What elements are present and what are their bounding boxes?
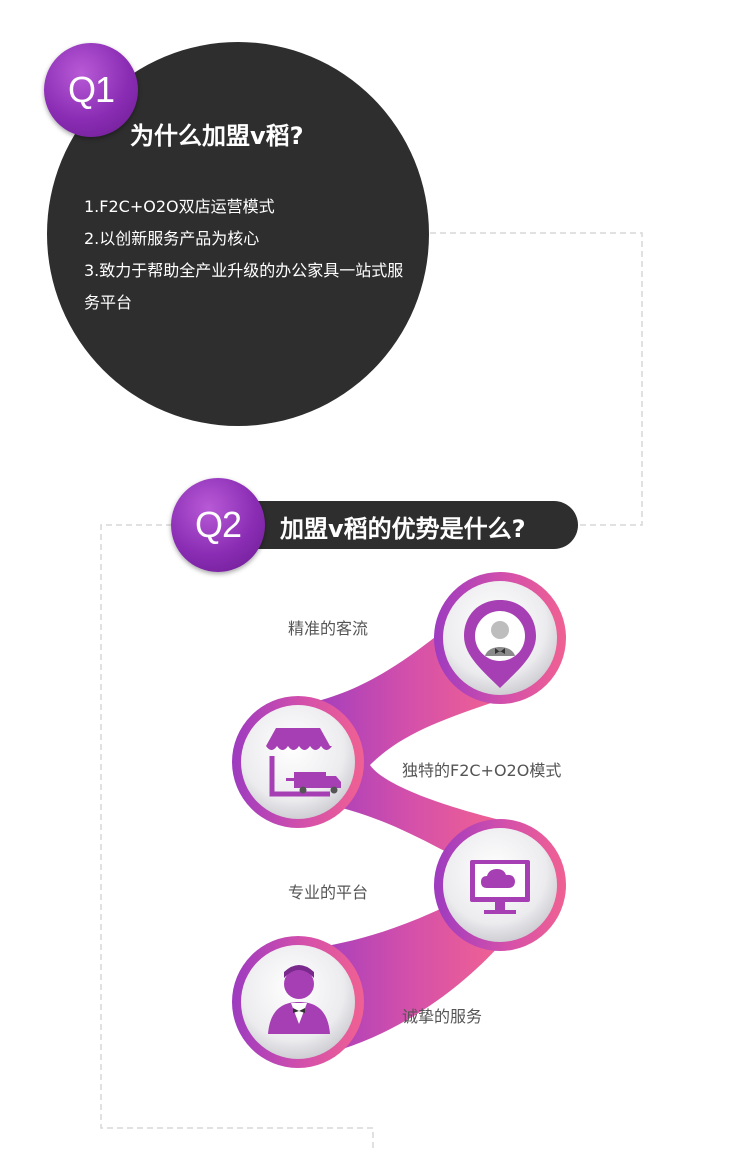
feature-circle-4 (241, 945, 355, 1059)
q1-title: 为什么加盟v稻? (130, 122, 304, 150)
q1-badge: Q1 (44, 43, 138, 137)
q2-title: 加盟v稻的优势是什么? (280, 515, 526, 543)
feature-label-sincere-service: 诚挚的服务 (402, 1007, 483, 1026)
list-item: 1.F2C+O2O双店运营模式 (84, 197, 275, 216)
list-item: 2.以创新服务产品为核心 (84, 229, 260, 248)
q1-list: 1.F2C+O2O双店运营模式 2.以创新服务产品为核心 3.致力于帮助全产业升… (84, 191, 414, 319)
q2-badge: Q2 (171, 478, 265, 572)
feature-label-f2c-o2o-mode: 独特的F2C+O2O模式 (402, 761, 562, 780)
feature-label-professional-platform: 专业的平台 (288, 883, 369, 902)
feature-circle-2 (241, 705, 355, 819)
feature-label-accurate-traffic: 精准的客流 (288, 619, 369, 638)
list-item: 3.致力于帮助全产业升级的办公家具一站式服务平台 (84, 261, 404, 312)
